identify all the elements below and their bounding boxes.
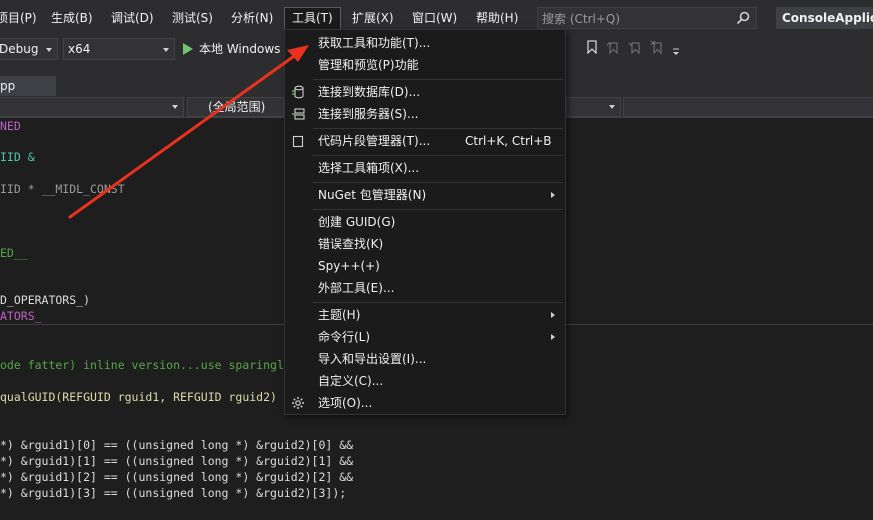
menu-window[interactable]: 窗口(W) xyxy=(412,7,457,29)
run-label: 本地 Windows xyxy=(199,42,281,56)
menu-item-import-export[interactable]: 导入和导出设置(I)... xyxy=(285,348,565,370)
menu-debug[interactable]: 调试(D) xyxy=(111,7,154,29)
config-select[interactable]: Debug xyxy=(0,38,58,60)
menu-item-label: 获取工具和功能(T)... xyxy=(318,36,431,50)
menu-item-label: Spy++(+) xyxy=(318,259,380,273)
menu-item-manage-preview[interactable]: 管理和预览(P)功能 xyxy=(285,54,565,76)
scope-value: (全局范围) xyxy=(208,100,266,114)
menu-item-create-guid[interactable]: 创建 GUID(G) xyxy=(285,211,565,233)
menu-separator xyxy=(313,128,563,129)
search-input[interactable]: 搜索 (Ctrl+Q) xyxy=(537,7,757,29)
menu-item-spy[interactable]: Spy++(+) xyxy=(285,255,565,277)
menu-analyze[interactable]: 分析(N) xyxy=(231,7,273,29)
menu-separator xyxy=(313,79,563,80)
database-connect-icon xyxy=(292,85,304,99)
menu-item-label: 连接到数据库(D)... xyxy=(318,85,421,99)
config-value: Debug xyxy=(0,42,39,56)
menu-build[interactable]: 生成(B) xyxy=(51,7,93,29)
chevron-down-icon xyxy=(46,48,52,52)
chevron-down-icon xyxy=(172,105,178,109)
menu-project[interactable]: 项目(P) xyxy=(0,7,37,29)
code-line: D_OPERATORS_) xyxy=(0,293,91,307)
menu-item-customize[interactable]: 自定义(C)... xyxy=(285,370,565,392)
search-placeholder: 搜索 (Ctrl+Q) xyxy=(542,12,621,26)
menu-item-label: 错误查找(K) xyxy=(318,237,384,251)
menu-item-theme[interactable]: 主题(H) xyxy=(285,304,565,326)
gear-icon xyxy=(292,397,304,409)
menu-item-options[interactable]: 选项(O)... xyxy=(285,392,565,414)
member-nav-select[interactable] xyxy=(566,97,621,117)
menu-item-label: 主题(H) xyxy=(318,308,361,322)
server-connect-icon xyxy=(292,108,305,120)
tools-dropdown-menu: 获取工具和功能(T)... 管理和预览(P)功能 连接到数据库(D)... 连接… xyxy=(284,29,566,415)
submenu-arrow-icon xyxy=(551,192,555,198)
menu-help[interactable]: 帮助(H) xyxy=(476,7,518,29)
member-nav-select-2[interactable] xyxy=(623,97,873,117)
menu-separator xyxy=(313,209,563,210)
menu-item-label: 选择工具箱项(X)... xyxy=(318,161,420,175)
menu-item-label: 自定义(C)... xyxy=(318,374,384,388)
code-line: IID & xyxy=(0,150,35,164)
menu-item-error-lookup[interactable]: 错误查找(K) xyxy=(285,233,565,255)
menu-item-snippet-manager[interactable]: 代码片段管理器(T)... Ctrl+K, Ctrl+B xyxy=(285,130,565,152)
code-line: *) &rguid1)[2] == ((unsigned long *) &rg… xyxy=(0,470,354,484)
menu-tools[interactable]: 工具(T) xyxy=(284,7,341,30)
menu-item-label: 创建 GUID(G) xyxy=(318,215,396,229)
menu-separator xyxy=(313,302,563,303)
menu-item-label: 管理和预览(P)功能 xyxy=(318,58,419,72)
bookmark-clear-icon[interactable] xyxy=(650,40,664,54)
menu-separator xyxy=(313,155,563,156)
menu-item-connect-database[interactable]: 连接到数据库(D)... xyxy=(285,81,565,103)
chevron-down-icon xyxy=(609,105,615,109)
toolbar-overflow-icon[interactable] xyxy=(672,44,680,56)
bookmark-icon[interactable] xyxy=(585,40,599,54)
scope-nav-select[interactable]: (全局范围) xyxy=(187,97,284,117)
bookmark-prev-icon[interactable] xyxy=(606,40,620,54)
menu-item-label: 命令行(L) xyxy=(318,330,371,344)
menu-item-label: 外部工具(E)... xyxy=(318,281,395,295)
code-line: IID * __MIDL_CONST xyxy=(0,182,125,196)
submenu-arrow-icon xyxy=(551,334,555,340)
menu-item-label: 代码片段管理器(T)... xyxy=(318,134,431,148)
menu-separator xyxy=(313,182,563,183)
code-line: ode fatter) inline version...use sparing… xyxy=(0,358,284,372)
submenu-arrow-icon xyxy=(551,312,555,318)
menu-item-choose-toolbox[interactable]: 选择工具箱项(X)... xyxy=(285,157,565,179)
menu-item-command-line[interactable]: 命令行(L) xyxy=(285,326,565,348)
chevron-down-icon xyxy=(163,48,169,52)
play-icon xyxy=(183,43,193,55)
solution-title: ConsoleApplica xyxy=(776,7,873,29)
menu-item-get-tools[interactable]: 获取工具和功能(T)... xyxy=(285,32,565,54)
menu-item-external-tools[interactable]: 外部工具(E)... xyxy=(285,277,565,299)
code-line: qualGUID(REFGUID rguid1, REFGUID rguid2) xyxy=(0,390,277,404)
code-line: ATORS_ xyxy=(0,309,42,323)
menu-item-label: 选项(O)... xyxy=(318,396,373,410)
menu-item-label: NuGet 包管理器(N) xyxy=(318,188,427,202)
run-local-debugger-button[interactable]: 本地 Windows xyxy=(183,38,280,60)
code-line: *) &rguid1)[3] == ((unsigned long *) &rg… xyxy=(0,486,347,500)
menu-item-shortcut: Ctrl+K, Ctrl+B xyxy=(465,134,552,148)
project-nav-select[interactable] xyxy=(0,97,184,117)
menu-item-label: 连接到服务器(S)... xyxy=(318,107,419,121)
document-tab[interactable]: pp xyxy=(0,76,56,96)
menu-test[interactable]: 测试(S) xyxy=(172,7,213,29)
menu-extensions[interactable]: 扩展(X) xyxy=(352,7,394,29)
code-line: *) &rguid1)[1] == ((unsigned long *) &rg… xyxy=(0,454,354,468)
bookmark-next-icon[interactable] xyxy=(628,40,642,54)
menu-item-connect-server[interactable]: 连接到服务器(S)... xyxy=(285,103,565,125)
search-icon xyxy=(736,11,750,25)
code-line: NED xyxy=(0,119,21,133)
menu-item-label: 导入和导出设置(I)... xyxy=(318,352,427,366)
snippet-box-icon xyxy=(292,135,304,148)
code-line: ED__ xyxy=(0,246,28,260)
platform-select[interactable]: x64 xyxy=(63,38,175,60)
platform-value: x64 xyxy=(68,42,91,56)
menu-item-nuget[interactable]: NuGet 包管理器(N) xyxy=(285,184,565,206)
code-line: *) &rguid1)[0] == ((unsigned long *) &rg… xyxy=(0,438,354,452)
